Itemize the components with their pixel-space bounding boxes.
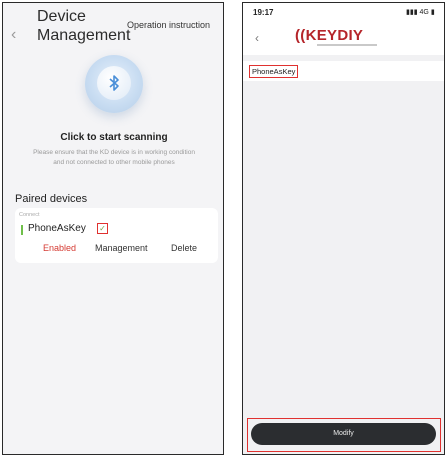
back-icon[interactable]: ‹ — [255, 31, 259, 45]
paired-device-card: Connect PhoneAsKey ✓ Enabled Management … — [15, 208, 218, 263]
rename-device-screen: 19:17 ▮▮▮ 4G ▮ ‹ ((KEYDIY PhoneAsKey Mod… — [242, 2, 445, 455]
modify-button[interactable]: Modify — [251, 423, 436, 445]
bluetooth-icon — [109, 75, 119, 91]
modify-highlight: Modify — [247, 418, 441, 452]
enabled-button[interactable]: Enabled — [43, 243, 76, 253]
scan-description: Please ensure that the KD device is in w… — [33, 149, 195, 166]
keydiy-logo: ((KEYDIY — [295, 27, 364, 44]
status-icons: ▮▮▮ 4G ▮ — [406, 8, 435, 16]
status-time: 19:17 — [253, 8, 274, 17]
device-connection-status: Connect — [19, 212, 40, 218]
back-icon[interactable]: ‹ — [11, 27, 16, 43]
device-name: PhoneAsKey — [28, 223, 86, 234]
scan-title[interactable]: Click to start scanning — [3, 132, 223, 143]
signal-icon: ▮▮▮ — [406, 9, 418, 16]
connected-indicator — [21, 225, 23, 235]
paired-devices-header: Paired devices — [15, 193, 88, 205]
operation-instruction-link[interactable]: Operation instruction — [127, 20, 210, 30]
header: 19:17 ▮▮▮ 4G ▮ ‹ ((KEYDIY — [243, 3, 444, 55]
logo-tagline — [317, 44, 377, 46]
management-button[interactable]: Management — [95, 243, 148, 253]
network-type: 4G — [419, 9, 429, 16]
bluetooth-scan-button[interactable] — [85, 55, 143, 113]
device-management-screen: ‹ Device Management Operation instructio… — [2, 2, 224, 455]
delete-button[interactable]: Delete — [171, 243, 197, 253]
edit-name-icon[interactable]: ✓ — [97, 223, 108, 234]
device-name-input[interactable]: PhoneAsKey — [249, 65, 299, 78]
battery-icon: ▮ — [430, 9, 435, 16]
